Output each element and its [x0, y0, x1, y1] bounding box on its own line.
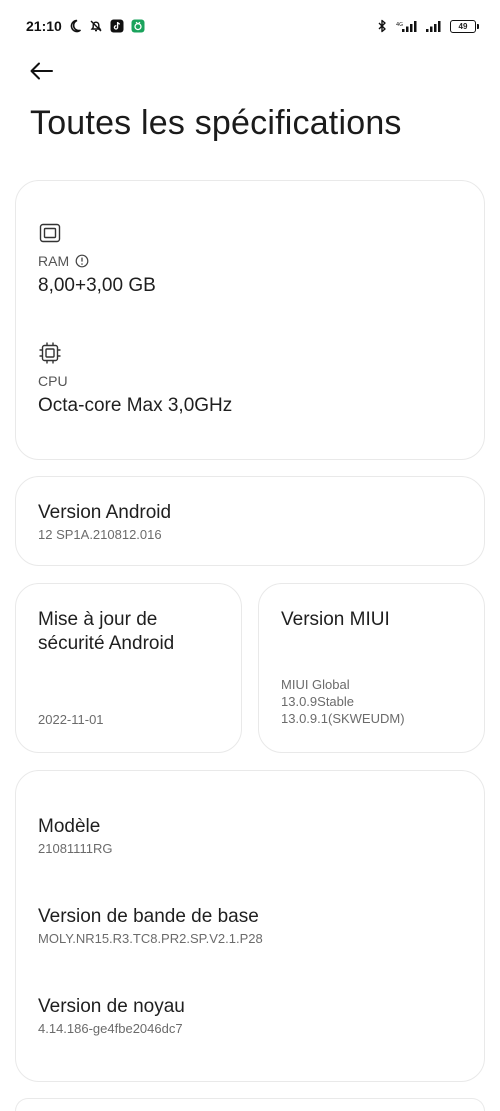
cpu-label: CPU	[38, 373, 68, 389]
status-bar-left: 21:10	[26, 18, 146, 34]
hardware-card[interactable]: RAM 8,00+3,00 GB CPU Octa-core Max 3,0GH…	[15, 180, 485, 460]
model-title: Modèle	[38, 816, 101, 837]
status-bar: 21:10 4G 49	[0, 0, 500, 52]
cpu-chip-icon	[38, 341, 62, 365]
ram-label-row: RAM	[38, 253, 89, 269]
next-card-partial[interactable]	[15, 1098, 485, 1111]
miui-version-card[interactable]: Version MIUI MIUI Global 13.0.9Stable 13…	[258, 583, 485, 753]
info-icon[interactable]	[75, 254, 89, 268]
security-title-line2: sécurité Android	[38, 633, 175, 654]
miui-line3: 13.0.9.1(SKWEUDM)	[281, 711, 405, 726]
signal-icon: 4G	[396, 18, 418, 34]
android-version-title: Version Android	[38, 502, 172, 523]
kernel-value: 4.14.186-ge4fbe2046dc7	[38, 1021, 183, 1036]
signal-icon-2	[424, 18, 444, 34]
svg-text:4G: 4G	[396, 22, 403, 28]
battery-icon: 49	[450, 19, 479, 33]
android-version-card[interactable]: Version Android 12 SP1A.210812.016	[15, 476, 485, 566]
details-card[interactable]: Modèle 21081111RG Version de bande de ba…	[15, 770, 485, 1082]
back-button[interactable]	[28, 56, 64, 86]
page-title: Toutes les spécifications	[30, 104, 402, 142]
baseband-value: MOLY.NR15.R3.TC8.PR2.SP.V2.1.P28	[38, 931, 263, 946]
back-arrow-icon	[30, 62, 53, 80]
tiktok-icon	[109, 18, 125, 34]
security-title-line1: Mise à jour de	[38, 609, 158, 630]
bluetooth-icon	[374, 18, 390, 34]
app-icon	[130, 18, 146, 34]
bell-off-icon	[88, 18, 104, 34]
miui-line1: MIUI Global	[281, 677, 350, 692]
battery-level: 49	[458, 21, 468, 31]
status-bar-right: 4G 49	[374, 18, 479, 34]
baseband-title: Version de bande de base	[38, 906, 259, 927]
ram-value: 8,00+3,00 GB	[38, 275, 156, 296]
security-update-card[interactable]: Mise à jour de sécurité Android 2022-11-…	[15, 583, 242, 753]
miui-version-title: Version MIUI	[281, 609, 390, 630]
security-date: 2022-11-01	[38, 712, 104, 727]
status-time: 21:10	[26, 18, 62, 34]
android-version-value: 12 SP1A.210812.016	[38, 527, 162, 542]
moon-icon	[67, 18, 83, 34]
ram-chip-icon	[38, 221, 62, 245]
model-value: 21081111RG	[38, 841, 113, 856]
cpu-value: Octa-core Max 3,0GHz	[38, 395, 233, 416]
miui-line2: 13.0.9Stable	[281, 694, 355, 709]
kernel-title: Version de noyau	[38, 996, 185, 1017]
ram-label: RAM	[38, 253, 70, 269]
